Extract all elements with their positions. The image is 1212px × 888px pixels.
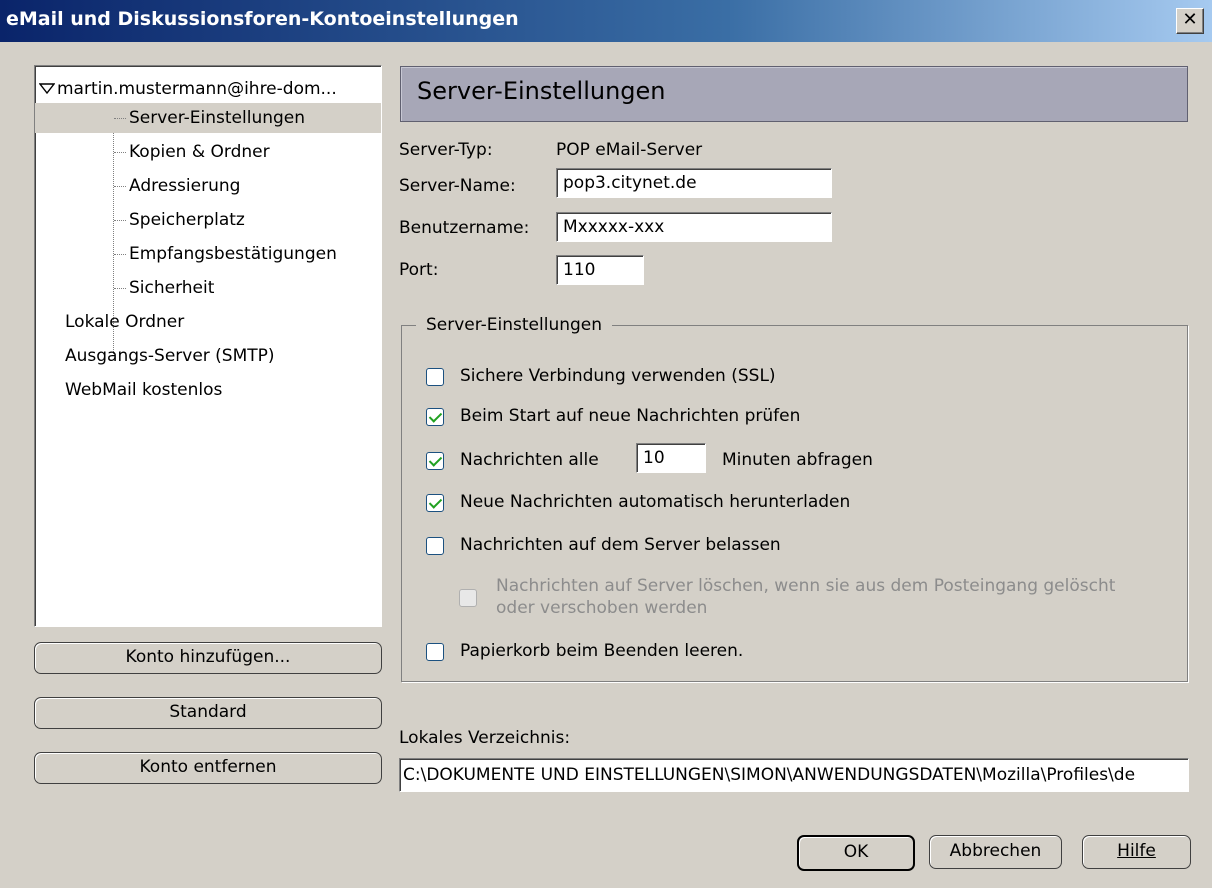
title-bar: eMail und Diskussionsforen-Kontoeinstell… [0, 0, 1212, 42]
port-label: Port: [399, 260, 439, 280]
tree-item-local-folders[interactable]: Lokale Ordner [65, 307, 184, 337]
empty-trash-checkbox[interactable] [426, 643, 444, 661]
auto-download-checkbox[interactable] [426, 494, 444, 512]
tree-item-smtp[interactable]: Ausgangs-Server (SMTP) [65, 341, 275, 371]
account-settings-dialog: eMail und Diskussionsforen-Kontoeinstell… [0, 0, 1212, 888]
tree-branch [114, 186, 126, 187]
cancel-button[interactable]: Abbrechen [929, 835, 1062, 869]
expand-triangle-icon[interactable] [38, 83, 56, 95]
tree-item-label: WebMail kostenlos [65, 380, 223, 400]
tree-branch [114, 118, 126, 119]
tree-item-server-settings[interactable]: Server-Einstellungen [35, 103, 381, 133]
tree-item-label: Adressierung [129, 176, 241, 196]
tree-item-addressing[interactable]: Adressierung [35, 171, 381, 201]
check-every-checkbox[interactable] [426, 452, 444, 470]
server-type-label: Server-Typ: [399, 140, 493, 160]
tree-item-label: Kopien & Ordner [129, 142, 270, 162]
ssl-checkbox[interactable] [426, 368, 444, 386]
tree-item-label: Lokale Ordner [65, 312, 185, 332]
page-header: Server-Einstellungen [400, 66, 1188, 122]
tree-branch [114, 254, 126, 255]
username-label: Benutzername: [399, 218, 530, 238]
group-title: Server-Einstellungen [416, 315, 613, 335]
username-field[interactable]: Mxxxxx-xxx [556, 212, 832, 242]
set-default-button[interactable]: Standard [34, 697, 382, 729]
check-on-start-checkbox[interactable] [426, 408, 444, 426]
tree-item-label: Empfangsbestätigungen [129, 244, 337, 264]
check-every-label: Nachrichten alle [460, 450, 599, 470]
server-name-field[interactable]: pop3.citynet.de [556, 168, 832, 198]
tree-branch [114, 220, 126, 221]
window-title: eMail und Diskussionsforen-Kontoeinstell… [6, 8, 519, 30]
check-on-start-label: Beim Start auf neue Nachrichten prüfen [460, 406, 801, 426]
account-name: martin.mustermann@ihre-dom... [57, 79, 337, 99]
tree-branch [114, 288, 126, 289]
tree-item-security[interactable]: Sicherheit [35, 273, 381, 303]
tree-item-account[interactable]: martin.mustermann@ihre-dom... [38, 74, 337, 104]
account-tree[interactable]: martin.mustermann@ihre-dom... Server-Ein… [34, 65, 382, 627]
ok-button[interactable]: OK [797, 835, 915, 871]
tree-item-label: Server-Einstellungen [129, 108, 306, 128]
local-dir-field[interactable]: C:\DOKUMENTE UND EINSTELLUNGEN\SIMON\ANW… [399, 758, 1189, 792]
tree-item-label: Ausgangs-Server (SMTP) [65, 346, 275, 366]
tree-branch [114, 152, 126, 153]
tree-item-webmail[interactable]: WebMail kostenlos [65, 375, 222, 405]
delete-from-server-label-line1: Nachrichten auf Server löschen, wenn sie… [496, 576, 1116, 596]
local-dir-label: Lokales Verzeichnis: [399, 728, 571, 748]
leave-on-server-checkbox[interactable] [426, 537, 444, 555]
auto-download-label: Neue Nachrichten automatisch herunterlad… [460, 492, 851, 512]
empty-trash-label: Papierkorb beim Beenden leeren. [460, 641, 744, 661]
help-label: Hilfe [1117, 841, 1156, 861]
server-name-label: Server-Name: [399, 176, 516, 196]
port-field[interactable]: 110 [556, 255, 644, 285]
server-type-value: POP eMail-Server [556, 140, 703, 160]
delete-from-server-label-line2: oder verschoben werden [496, 598, 708, 618]
ssl-label: Sichere Verbindung verwenden (SSL) [460, 366, 776, 386]
tree-item-label: Speicherplatz [129, 210, 245, 230]
minutes-field[interactable]: 10 [636, 443, 706, 473]
tree-item-storage[interactable]: Speicherplatz [35, 205, 381, 235]
minutes-suffix-label: Minuten abfragen [722, 450, 873, 470]
leave-on-server-label: Nachrichten auf dem Server belassen [460, 535, 781, 555]
close-button[interactable]: ✕ [1176, 8, 1204, 34]
remove-account-button[interactable]: Konto entfernen [34, 752, 382, 784]
delete-from-server-checkbox [459, 589, 477, 607]
help-button[interactable]: Hilfe [1082, 835, 1191, 869]
page-title: Server-Einstellungen [417, 77, 666, 105]
tree-item-receipts[interactable]: Empfangsbestätigungen [35, 239, 381, 269]
tree-item-copies-folders[interactable]: Kopien & Ordner [35, 137, 381, 167]
tree-item-label: Sicherheit [129, 278, 215, 298]
add-account-button[interactable]: Konto hinzufügen... [34, 642, 382, 674]
